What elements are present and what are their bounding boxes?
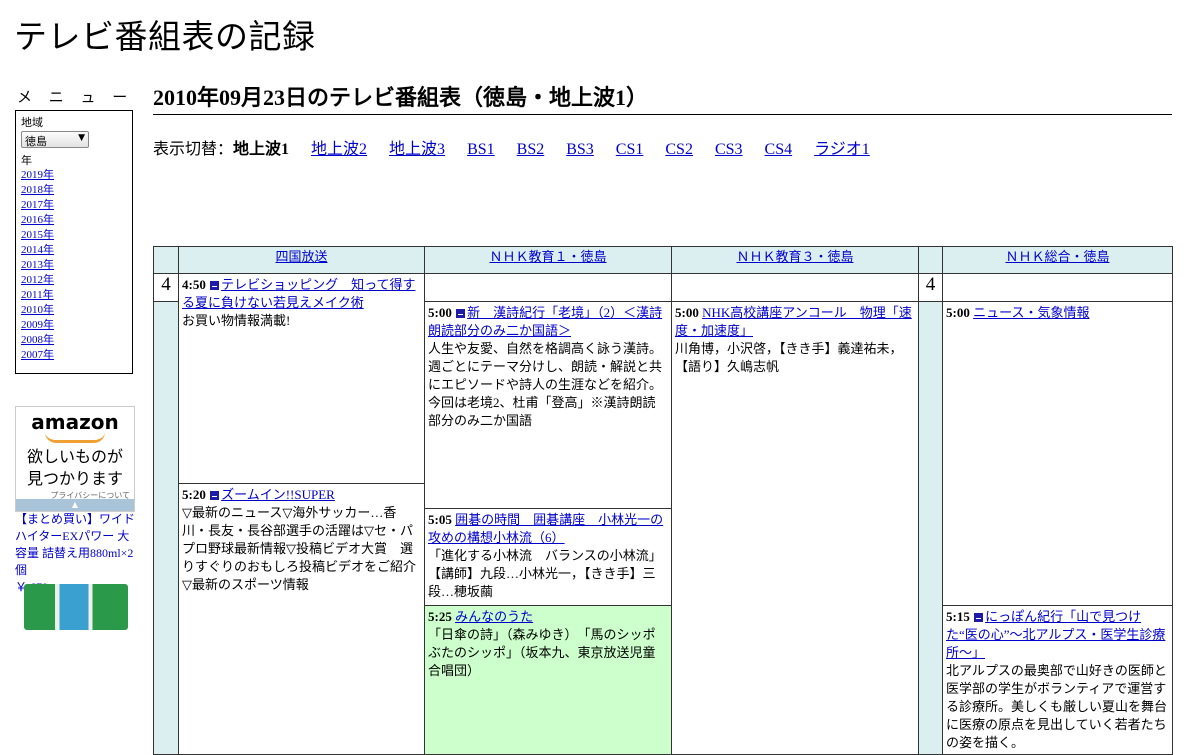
program-desc: 人生や友愛、自然を格調高く詠う漢詩。週ごとにテーマ分けし、朗読・解説と共にエピソ… <box>428 341 663 428</box>
region-label: 地域 <box>21 117 43 129</box>
channel-link-nhk-e1[interactable]: ＮＨＫ教育１・徳島 <box>489 250 606 265</box>
year-list: 2019年 2018年 2017年 2016年 2015年 2014年 2013… <box>21 168 132 363</box>
switch-link-cs3[interactable]: CS3 <box>715 141 743 158</box>
program-desc: 「日傘の詩」（森みゆき） 「馬のシッポ ぶたのシッポ」（坂本九、東京放送児童合唱… <box>428 627 669 678</box>
program-time: 5:20 <box>182 487 206 502</box>
year-link-2011[interactable]: 2011年 <box>21 289 54 301</box>
year-link-2013[interactable]: 2013年 <box>21 259 54 271</box>
view-switcher: 表示切替：地上波1 地上波2 地上波3 BS1 BS2 BS3 CS1 CS2 CS3 CS4 ラジ… <box>153 135 892 159</box>
switch-link-bs2[interactable]: BS2 <box>517 141 545 158</box>
program-time: 5:15 <box>946 609 970 624</box>
program-title-link[interactable]: ズームイン!!SUPER <box>221 487 335 502</box>
year-link-2012[interactable]: 2012年 <box>21 274 54 286</box>
program-title-link[interactable]: みんなのうた <box>455 609 533 624</box>
switch-link-bs3[interactable]: BS3 <box>566 141 594 158</box>
year-link-2008[interactable]: 2008年 <box>21 334 54 346</box>
channel-header: 四国放送 <box>178 246 425 274</box>
program-info-icon <box>210 281 220 290</box>
program-cell: 4:50 テレビショッピング 知って得する夏に負けない若見えメイク術 お買い物情… <box>178 273 425 484</box>
year-label: 年 <box>21 155 32 167</box>
program-title-link[interactable]: 囲碁の時間 囲碁講座 小林光一の攻めの構想小林流（6） <box>428 512 663 545</box>
amazon-ad-banner[interactable]: amazon 欲しいものが 見つかります プライバシーについて ▲ <box>15 406 135 512</box>
switch-current: 地上波1 <box>233 141 290 158</box>
program-cell: 5:05 囲碁の時間 囲碁講座 小林光一の攻めの構想小林流（6） 「進化する小林… <box>424 508 672 606</box>
program-cell: 5:00 NHK高校講座アンコール 物理「速度・加速度」 川角博，小沢啓，【きき… <box>671 301 919 755</box>
year-link-2016[interactable]: 2016年 <box>21 214 54 226</box>
year-link-2019[interactable]: 2019年 <box>21 169 54 181</box>
switch-link-bs1[interactable]: BS1 <box>467 141 495 158</box>
grid-corner <box>153 246 179 274</box>
program-title-link[interactable]: NHK高校講座アンコール 物理「速度・加速度」 <box>675 305 912 338</box>
program-desc: お買い物情報満載! <box>182 313 291 328</box>
program-time: 5:00 <box>946 305 970 320</box>
empty-cell <box>671 273 919 302</box>
collapse-up-icon: ▲ <box>71 500 79 509</box>
program-info-icon <box>456 309 466 318</box>
switch-label: 表示切替： <box>153 141 234 158</box>
year-link-2014[interactable]: 2014年 <box>21 244 54 256</box>
program-grid: 四国放送 ＮＨＫ教育１・徳島 ＮＨＫ教育３・徳島 ＮＨＫ総合・徳島 4 4:50… <box>153 246 1173 755</box>
channel-header: ＮＨＫ教育３・徳島 <box>671 246 919 274</box>
program-time: 5:00 <box>675 305 699 320</box>
year-link-2009[interactable]: 2009年 <box>21 319 54 331</box>
channel-link-nhk-e3[interactable]: ＮＨＫ教育３・徳島 <box>736 250 853 265</box>
menu-heading: メ ニ ュ ー <box>17 88 134 106</box>
ad-product-title: 【まとめ買い】ワイドハイターEXパワー 大容量 詰替え用880ml×2個 <box>15 512 136 577</box>
amazon-logo: amazon <box>31 410 119 434</box>
program-time: 5:05 <box>428 512 452 527</box>
program-desc: 川角博，小沢啓，【きき手】義達祐未，【語り】久嶋志帆 <box>675 341 903 374</box>
year-link-2010[interactable]: 2010年 <box>21 304 54 316</box>
hour-label: 4 <box>918 273 943 302</box>
switch-link-cs2[interactable]: CS2 <box>665 141 693 158</box>
hour-label: 4 <box>153 273 179 302</box>
dropdown-arrow-icon: ▼ <box>78 133 85 143</box>
hour-column <box>153 301 179 755</box>
switch-link-cs4[interactable]: CS4 <box>765 141 793 158</box>
program-info-icon <box>974 613 984 622</box>
ad-collapse-bar[interactable]: ▲ <box>16 499 134 511</box>
program-cell: 5:00 新 漢詩紀行「老境」（2）＜漢詩朗読部分のみ二か国語＞ 人生や友愛、自… <box>424 301 672 509</box>
program-time: 5:00 <box>428 305 452 320</box>
switch-link-radio1[interactable]: ラジオ1 <box>814 141 870 158</box>
empty-cell <box>424 273 672 302</box>
switch-link-terrestrial3[interactable]: 地上波3 <box>389 141 445 158</box>
switch-link-cs1[interactable]: CS1 <box>616 141 644 158</box>
menu-box: 地域 徳島 ▼ 年 2019年 2018年 2017年 2016年 2015年 … <box>15 110 133 374</box>
year-link-2017[interactable]: 2017年 <box>21 199 54 211</box>
switch-link-terrestrial2[interactable]: 地上波2 <box>311 141 367 158</box>
channel-header: ＮＨＫ教育１・徳島 <box>424 246 672 274</box>
program-cell-highlight: 5:25 みんなのうた 「日傘の詩」（森みゆき） 「馬のシッポ ぶたのシッポ」（… <box>424 605 672 755</box>
program-time: 4:50 <box>182 277 206 292</box>
empty-cell <box>942 273 1173 302</box>
channel-header: ＮＨＫ総合・徳島 <box>942 246 1173 274</box>
channel-link-nhk-g[interactable]: ＮＨＫ総合・徳島 <box>1005 250 1109 265</box>
year-link-2015[interactable]: 2015年 <box>21 229 54 241</box>
year-link-2018[interactable]: 2018年 <box>21 184 54 196</box>
page-heading: 2010年09月23日のテレビ番組表（徳島・地上波1） <box>153 84 1172 115</box>
program-cell: 5:20 ズームイン!!SUPER ▽最新のニュース▽海外サッカー…香川・長友・… <box>178 483 425 755</box>
region-select[interactable]: 徳島 ▼ <box>21 131 89 148</box>
channel-link-shikoku[interactable]: 四国放送 <box>275 250 327 265</box>
region-selected-value: 徳島 <box>25 135 47 148</box>
program-time: 5:25 <box>428 609 452 624</box>
program-cell: 5:00 ニュース・気象情報 <box>942 301 1173 606</box>
program-cell: 5:15 にっぽん紀行「山で見つけた“医の心”～北アルプス・医学生診療所～」 北… <box>942 605 1173 755</box>
program-title-link[interactable]: ニュース・気象情報 <box>973 305 1089 320</box>
program-desc: 「進化する小林流 バランスの小林流」【講師】九段…小林光一，【きき手】三段…穂坂… <box>428 548 662 599</box>
program-desc: 北アルプスの最奥部で山好きの医師と医学部の学生がボランティアで運営する診療所。美… <box>946 663 1168 750</box>
program-desc: ▽最新のニュース▽海外サッカー…香川・長友・長谷部選手の活躍は▽セ・パ プロ野球… <box>182 505 417 592</box>
grid-corner <box>918 246 943 274</box>
ad-product-image[interactable] <box>24 584 128 630</box>
site-title: テレビ番組表の記録 <box>14 17 316 56</box>
year-link-2007[interactable]: 2007年 <box>21 349 54 361</box>
ad-tagline-line1: 欲しいものが <box>26 447 123 466</box>
ad-tagline-line2: 見つかります <box>26 469 123 488</box>
hour-column <box>918 301 943 755</box>
program-info-icon <box>210 491 220 500</box>
